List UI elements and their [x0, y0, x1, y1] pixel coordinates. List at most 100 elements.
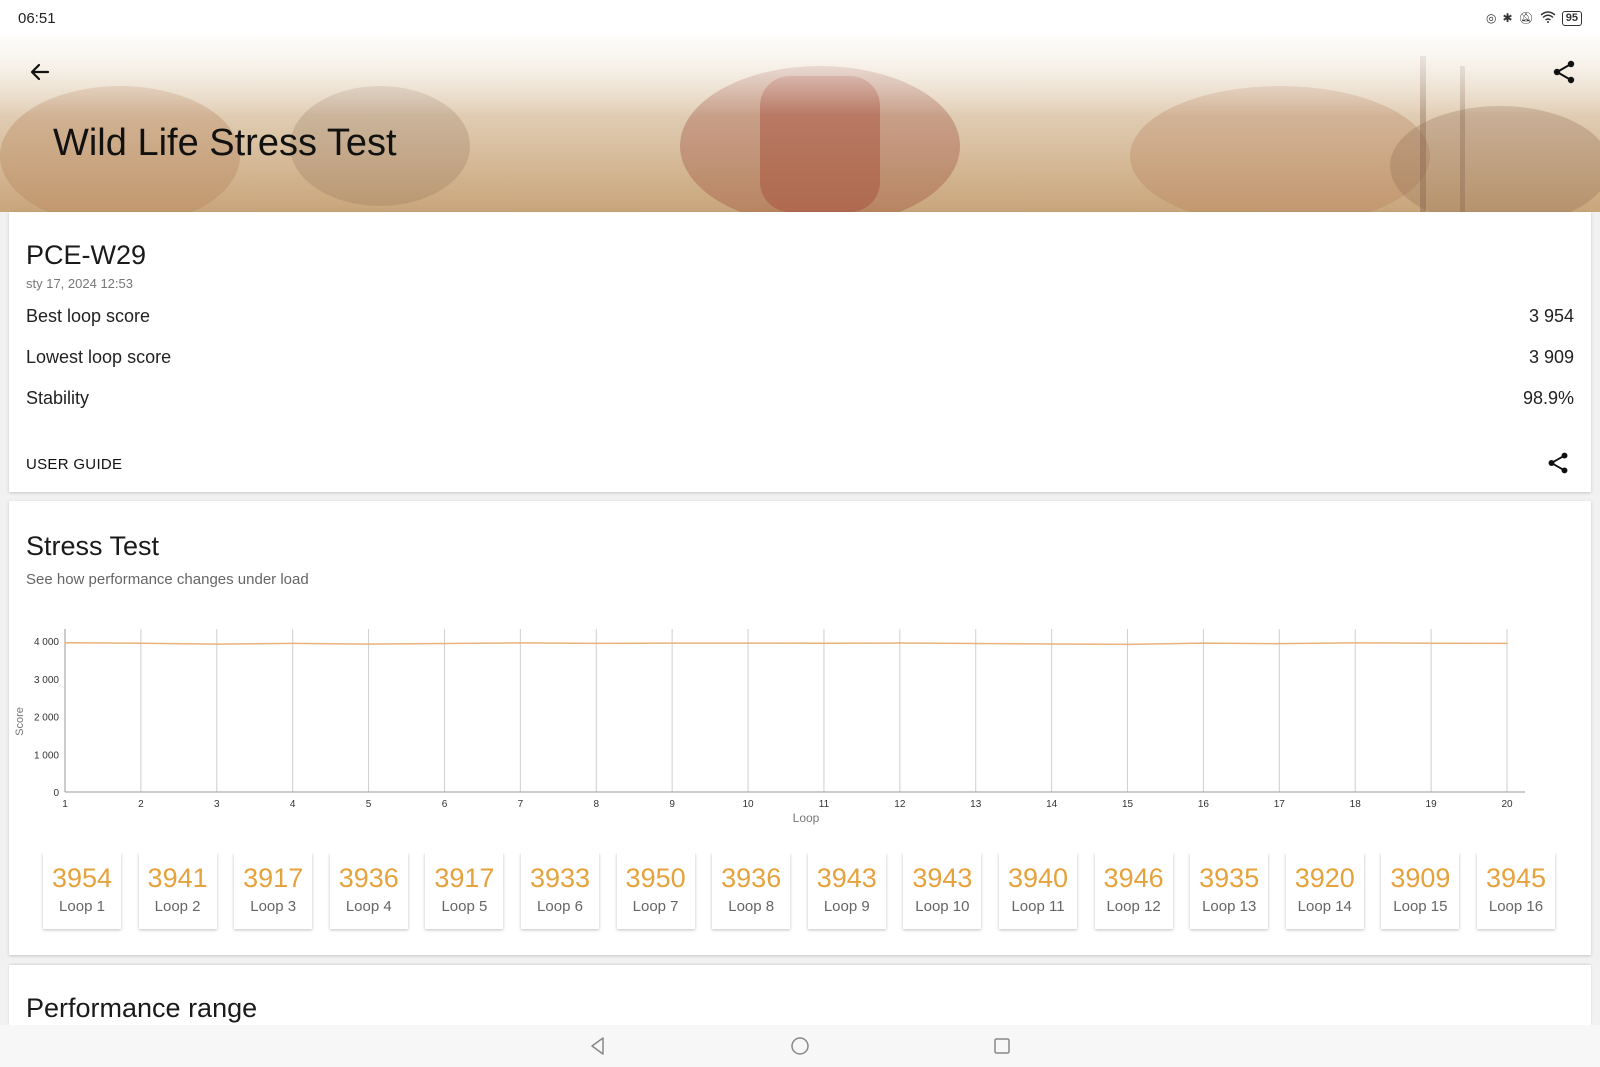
hero-fade: [0, 36, 1600, 116]
back-arrow-icon[interactable]: [26, 58, 54, 86]
nav-home-icon[interactable]: [789, 1035, 811, 1057]
loop-card[interactable]: 3940 Loop 11: [999, 853, 1077, 929]
bluetooth-icon: ✱: [1502, 11, 1513, 25]
data-point: [1506, 642, 1508, 645]
loop-card[interactable]: 3917 Loop 5: [425, 853, 504, 929]
data-point: [64, 641, 66, 644]
data-point: [671, 642, 673, 644]
clock: 06:51: [18, 9, 56, 27]
mute-icon: 🔕︎: [1518, 11, 1534, 25]
series-line: [64, 641, 1508, 646]
loop-card[interactable]: 3935 Loop 13: [1190, 853, 1269, 929]
loop-score: 3917: [243, 863, 304, 893]
user-guide-link[interactable]: USER GUIDE: [26, 456, 122, 473]
share-icon[interactable]: [1550, 58, 1578, 86]
loop-card[interactable]: 3943 Loop 10: [903, 853, 982, 929]
x-tick-label: 14: [1046, 799, 1058, 810]
loop-card[interactable]: 3941 Loop 2: [138, 853, 217, 929]
section-subtitle: See how performance changes under load: [26, 571, 309, 588]
x-tick-label: 19: [1426, 799, 1438, 810]
nav-recents-icon[interactable]: [991, 1035, 1013, 1057]
row-label: Lowest loop score: [26, 347, 172, 367]
y-tick-label: 2 000: [34, 713, 59, 724]
loop-score: 3943: [816, 863, 877, 893]
loop-score: 3950: [625, 863, 686, 893]
data-point: [519, 642, 522, 644]
data-point: [595, 642, 598, 645]
x-tick-label: 9: [669, 799, 675, 810]
row-value: 98.9%: [1522, 388, 1574, 408]
x-tick-label: 18: [1350, 799, 1362, 810]
best-loop-row: Best loop score 3 954: [26, 306, 1574, 327]
loop-card[interactable]: 3943 Loop 9: [807, 853, 886, 929]
x-tick-label: 6: [442, 799, 448, 810]
loop-card[interactable]: 3946 Loop 12: [1094, 853, 1173, 929]
loop-score: 3946: [1103, 863, 1164, 893]
system-nav-bar: [0, 1025, 1600, 1067]
loop-score: 3935: [1199, 863, 1260, 893]
x-tick-label: 13: [970, 799, 982, 810]
row-value: 3 954: [1528, 306, 1574, 326]
x-tick-label: 5: [366, 799, 372, 810]
x-tick-label: 17: [1274, 799, 1286, 810]
x-tick-label: 15: [1122, 799, 1134, 810]
loop-card[interactable]: 3945 Loop 16: [1477, 853, 1555, 929]
loop-score-strip[interactable]: 3954 Loop 1 3941 Loop 2 3917 Loop 3 3936 Loop 4…: [35, 853, 1575, 933]
loop-label: Loop 6: [537, 898, 583, 915]
loop-label: Loop 8: [728, 898, 775, 915]
loop-score: 3940: [1007, 863, 1069, 893]
loop-card[interactable]: 3954 Loop 1: [43, 853, 121, 929]
loop-score: 3917: [434, 863, 495, 893]
x-axis-label: Loop: [793, 811, 820, 825]
loop-score: 3943: [912, 863, 973, 893]
loop-card[interactable]: 3909 Loop 15: [1381, 853, 1460, 929]
data-point: [291, 642, 294, 645]
x-tick-label: 4: [290, 799, 296, 810]
loop-card[interactable]: 3950 Loop 7: [616, 853, 695, 929]
loop-label: Loop 4: [345, 898, 392, 915]
data-point: [443, 642, 446, 645]
loop-score: 3954: [51, 863, 113, 893]
loop-label: Loop 10: [915, 898, 970, 915]
nav-back-icon[interactable]: [587, 1035, 609, 1057]
stress-line-chart: 01 0002 0003 0004 0001 2 3 4 5 6 7 8 9 10 11 12 13 14…: [14, 629, 1525, 825]
loop-score: 3936: [338, 863, 399, 893]
data-point: [215, 643, 218, 645]
x-tick-label: 10: [742, 799, 754, 810]
loop-label: Loop 9: [823, 898, 870, 915]
data-point: [367, 643, 370, 645]
performance-range-card: Performance range: [9, 965, 1591, 1025]
nfc-icon: ◎: [1485, 11, 1497, 25]
data-point: [974, 642, 977, 645]
status-icons: ◎ ✱ 🔕︎ 95: [1485, 10, 1582, 26]
loop-card[interactable]: 3920 Loop 14: [1285, 853, 1364, 929]
data-point: [899, 642, 901, 644]
loop-card[interactable]: 3933 Loop 6: [521, 853, 599, 929]
loop-score: 3936: [721, 863, 782, 893]
loop-card[interactable]: 3936 Loop 4: [329, 853, 408, 929]
data-point: [1126, 643, 1129, 646]
page-title: Wild Life Stress Test: [53, 122, 397, 164]
loop-label: Loop 5: [441, 898, 488, 915]
loop-label: Loop 14: [1297, 898, 1352, 915]
loop-score: 3945: [1485, 863, 1547, 893]
share-icon[interactable]: [1545, 450, 1571, 476]
data-point: [1430, 642, 1432, 644]
x-tick-label: 20: [1501, 799, 1513, 810]
loop-card[interactable]: 3936 Loop 8: [712, 853, 791, 929]
stability-row: Stability 98.9%: [26, 388, 1574, 409]
x-tick-label: 12: [894, 799, 906, 810]
loop-score: 3941: [147, 863, 208, 893]
x-tick-label: 11: [819, 799, 830, 810]
x-tick-label: 16: [1198, 799, 1210, 810]
loop-card[interactable]: 3917 Loop 3: [234, 853, 313, 929]
battery-indicator: 95: [1561, 10, 1582, 26]
loop-label: Loop 16: [1488, 898, 1544, 915]
loop-score: 3909: [1390, 863, 1451, 893]
data-point: [140, 642, 142, 645]
row-label: Stability: [26, 388, 90, 408]
x-tick-label: 1: [62, 799, 68, 810]
lowest-loop-row: Lowest loop score 3 909: [26, 347, 1574, 368]
status-bar: 06:51 ◎ ✱ 🔕︎ 95: [0, 0, 1600, 36]
y-tick-label: 0: [53, 788, 59, 799]
